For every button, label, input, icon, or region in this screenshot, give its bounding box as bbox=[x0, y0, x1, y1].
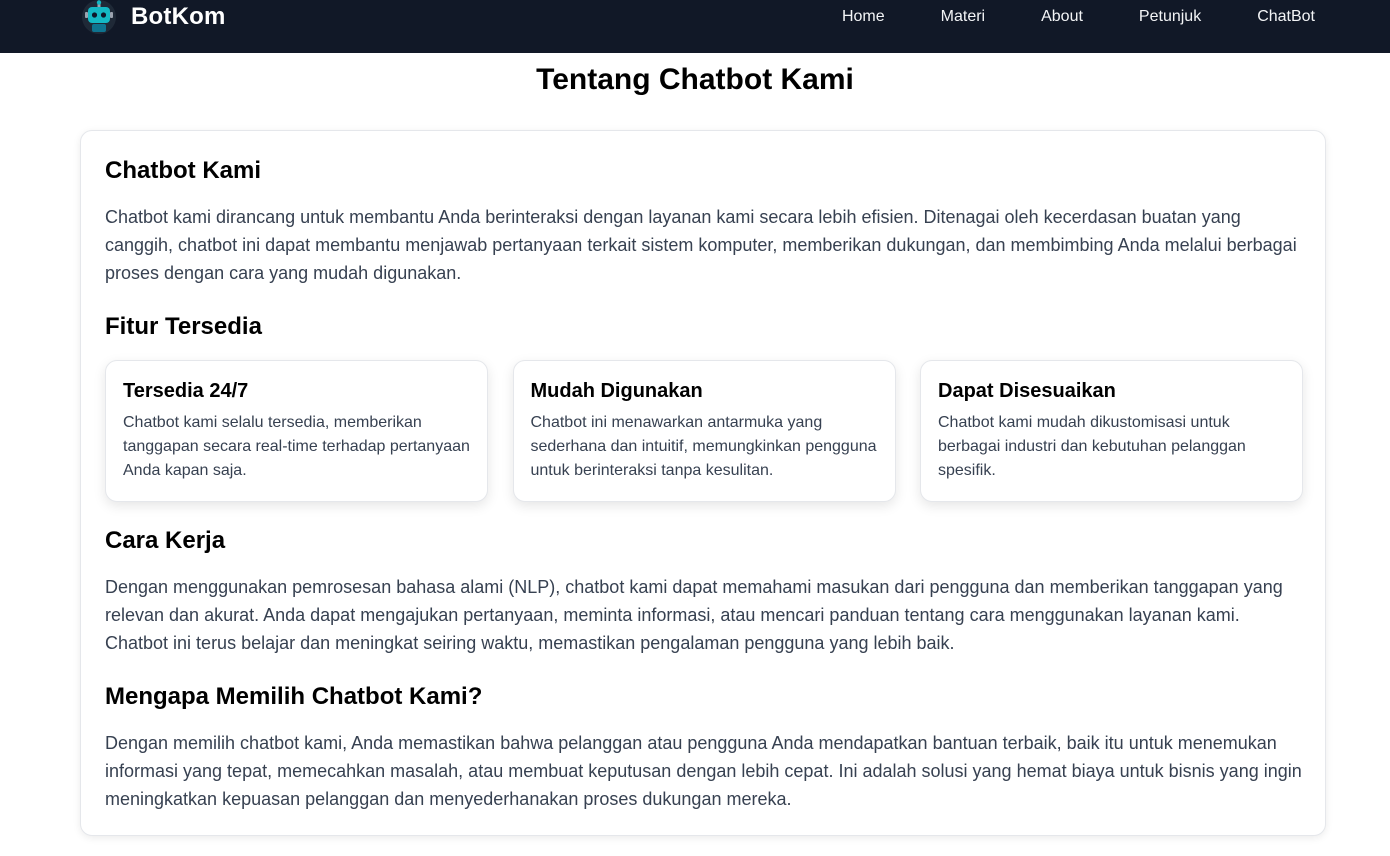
nav-links: Home Materi About Petunjuk ChatBot bbox=[786, 7, 1315, 26]
brand[interactable]: BotKom bbox=[82, 0, 226, 34]
feature-title: Dapat Disesuaikan bbox=[938, 380, 1116, 402]
section-heading-features: Fitur Tersedia bbox=[105, 313, 262, 340]
feature-title: Tersedia 24/7 bbox=[123, 380, 249, 402]
feature-desc: Chatbot kami selalu tersedia, memberikan… bbox=[123, 414, 470, 479]
feature-card-easy: Mudah Digunakan Chatbot ini menawarkan a… bbox=[512, 360, 896, 502]
page-title: Tentang Chatbot Kami bbox=[536, 63, 854, 96]
nav-link-petunjuk[interactable]: Petunjuk bbox=[1139, 7, 1201, 26]
section-text-about: Chatbot kami dirancang untuk membantu An… bbox=[105, 207, 1297, 283]
feature-list: Tersedia 24/7 Chatbot kami selalu tersed… bbox=[105, 360, 1303, 502]
feature-card-customizable: Dapat Disesuaikan Chatbot kami mudah dik… bbox=[920, 360, 1303, 502]
nav-link-home[interactable]: Home bbox=[842, 7, 885, 26]
feature-card-available: Tersedia 24/7 Chatbot kami selalu tersed… bbox=[105, 360, 488, 502]
section-heading-why: Mengapa Memilih Chatbot Kami? bbox=[105, 683, 483, 710]
nav-link-materi[interactable]: Materi bbox=[941, 7, 985, 26]
feature-desc: Chatbot kami mudah dikustomisasi untuk b… bbox=[938, 414, 1246, 479]
robot-icon bbox=[82, 0, 116, 34]
about-card: Chatbot Kami Chatbot kami dirancang untu… bbox=[80, 130, 1326, 836]
feature-title: Mudah Digunakan bbox=[530, 380, 703, 402]
nav-link-about[interactable]: About bbox=[1041, 7, 1083, 26]
section-heading-how: Cara Kerja bbox=[105, 527, 226, 554]
navbar: BotKom Home Materi About Petunjuk ChatBo… bbox=[0, 0, 1390, 53]
feature-desc: Chatbot ini menawarkan antarmuka yang se… bbox=[530, 414, 877, 479]
nav-link-chatbot[interactable]: ChatBot bbox=[1257, 7, 1315, 26]
section-heading-about: Chatbot Kami bbox=[105, 157, 261, 184]
section-text-why: Dengan memilih chatbot kami, Anda memast… bbox=[105, 733, 1302, 809]
brand-name[interactable]: BotKom bbox=[131, 3, 226, 31]
section-text-how: Dengan menggunakan pemrosesan bahasa ala… bbox=[105, 577, 1283, 653]
